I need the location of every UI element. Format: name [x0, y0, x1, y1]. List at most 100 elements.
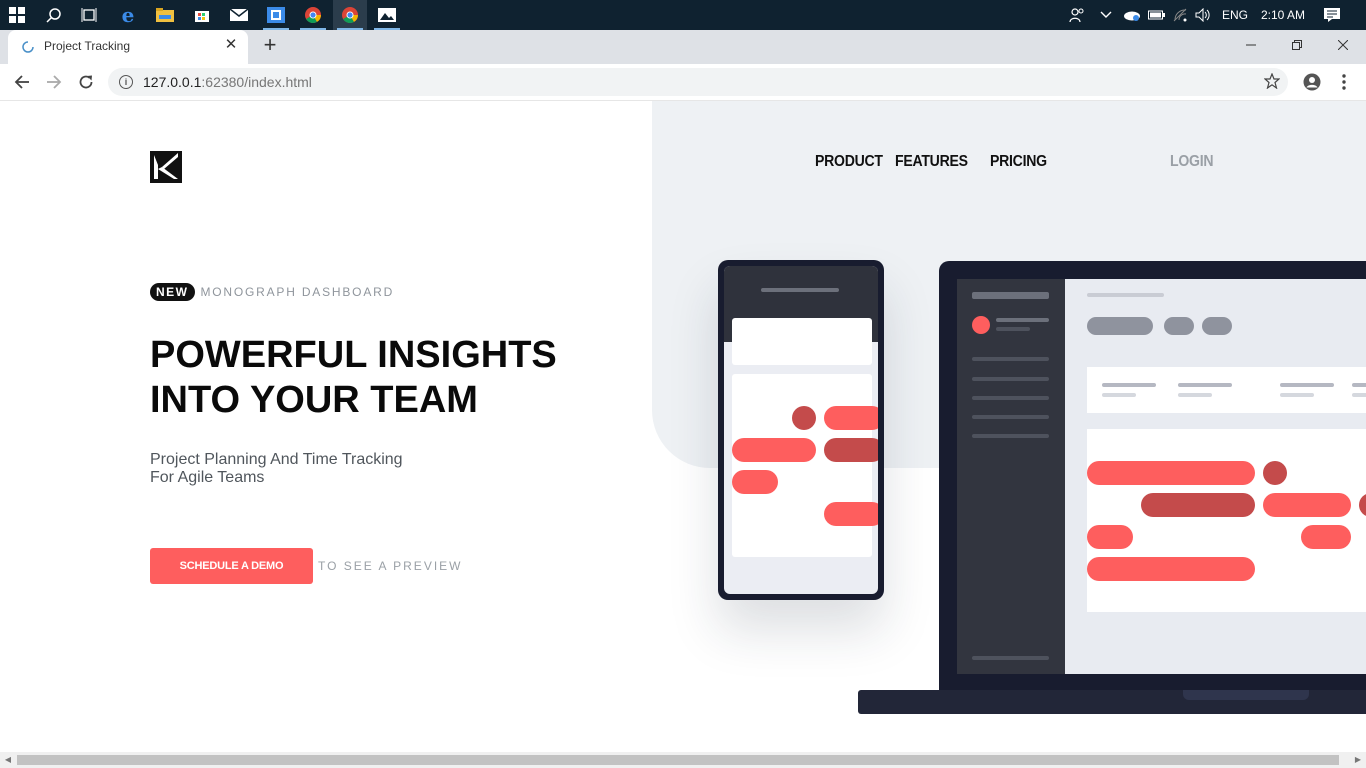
- nav-features[interactable]: FEATURES: [895, 153, 968, 171]
- mail-icon[interactable]: [222, 0, 256, 30]
- nav-product[interactable]: PRODUCT: [815, 153, 883, 171]
- announcement-badge: NEW MONOGRAPH DASHBOARD: [150, 283, 394, 301]
- browser-tab[interactable]: Project Tracking ✕: [8, 30, 248, 64]
- laptop-screen: [957, 279, 1366, 674]
- address-bar[interactable]: i 127.0.0.1:62380/index.html: [108, 68, 1288, 96]
- scroll-left-icon[interactable]: ◀: [0, 752, 16, 768]
- sidebar-title-line: [972, 292, 1049, 299]
- summary-line: [1102, 383, 1156, 387]
- sidebar-menu-line: [972, 396, 1049, 400]
- summary-line: [1352, 393, 1366, 397]
- chrome-icon[interactable]: [333, 0, 367, 30]
- sidebar-user-line: [996, 318, 1049, 322]
- cta-hint: TO SEE A PREVIEW: [318, 559, 463, 573]
- dashboard-timeline-card: [1087, 429, 1366, 612]
- back-icon[interactable]: [10, 70, 34, 94]
- hero-headline: POWERFUL INSIGHTS INTO YOUR TEAM: [150, 333, 630, 423]
- phone-avatar: [792, 406, 816, 430]
- laptop-mockup: [939, 261, 1366, 691]
- timeline-bar: [1087, 525, 1133, 549]
- chevron-up-icon[interactable]: [1100, 0, 1112, 30]
- timeline-avatar: [1263, 461, 1287, 485]
- profile-icon[interactable]: [1300, 70, 1324, 94]
- browser-toolbar: i 127.0.0.1:62380/index.html: [0, 64, 1366, 101]
- forward-icon[interactable]: [42, 70, 66, 94]
- restore-icon[interactable]: [1274, 30, 1320, 60]
- subhead-line-1: Project Planning And Time Tracking: [150, 451, 403, 468]
- sidebar-menu-line: [972, 377, 1049, 381]
- chrome-icon[interactable]: [296, 0, 330, 30]
- headline-line-1: POWERFUL INSIGHTS: [150, 334, 557, 376]
- sidebar-menu-line: [972, 357, 1049, 361]
- filter-pill: [1164, 317, 1194, 335]
- clock[interactable]: 2:10 AM: [1261, 0, 1305, 30]
- dashboard-title-line: [1087, 293, 1164, 297]
- phone-speaker: [761, 288, 839, 292]
- url-text: 127.0.0.1:62380/index.html: [143, 74, 312, 90]
- laptop-notch: [1183, 690, 1309, 700]
- hero-subhead: Project Planning And Time Tracking For A…: [150, 451, 470, 487]
- sidebar-avatar: [972, 316, 990, 334]
- app-icon[interactable]: [259, 0, 293, 30]
- edge-icon[interactable]: e: [111, 0, 145, 30]
- summary-line: [1280, 393, 1314, 397]
- new-badge: NEW: [150, 283, 195, 301]
- bookmark-star-icon[interactable]: [1263, 72, 1281, 94]
- summary-line: [1178, 383, 1232, 387]
- notifications-icon[interactable]: [1323, 0, 1341, 30]
- site-info-icon[interactable]: i: [119, 75, 133, 89]
- browser-tab-strip: Project Tracking ✕ +: [0, 30, 1366, 64]
- sidebar-menu-line: [972, 434, 1049, 438]
- timeline-bar: [1263, 493, 1351, 517]
- close-window-icon[interactable]: [1320, 30, 1366, 60]
- phone-timeline-bar: [824, 406, 878, 430]
- store-icon[interactable]: [185, 0, 219, 30]
- reload-icon[interactable]: [74, 70, 98, 94]
- phone-timeline-card: [732, 374, 872, 557]
- timeline-bar: [1141, 493, 1255, 517]
- battery-icon[interactable]: [1148, 0, 1166, 30]
- schedule-demo-button[interactable]: SCHEDULE A DEMO: [150, 548, 313, 584]
- search-icon[interactable]: [37, 0, 71, 30]
- phone-timeline-bar: [824, 438, 878, 462]
- new-tab-icon[interactable]: +: [258, 34, 282, 58]
- timeline-bar: [1087, 461, 1255, 485]
- close-tab-icon[interactable]: ✕: [222, 36, 240, 54]
- summary-line: [1280, 383, 1334, 387]
- phone-screen: [724, 266, 878, 594]
- phone-timeline-bar: [732, 438, 816, 462]
- start-icon[interactable]: [0, 0, 34, 30]
- timeline-bar: [1301, 525, 1351, 549]
- nav-login[interactable]: LOGIN: [1170, 153, 1214, 171]
- file-explorer-icon[interactable]: [148, 0, 182, 30]
- wifi-icon[interactable]: [1172, 0, 1188, 30]
- scroll-right-icon[interactable]: ▶: [1350, 752, 1366, 768]
- tab-title: Project Tracking: [44, 39, 131, 53]
- task-view-icon[interactable]: [72, 0, 106, 30]
- sidebar-footer-line: [972, 656, 1049, 660]
- dashboard-sidebar: [957, 279, 1065, 674]
- summary-line: [1178, 393, 1212, 397]
- badge-text: MONOGRAPH DASHBOARD: [200, 285, 395, 299]
- loading-icon: [22, 40, 34, 58]
- horizontal-scrollbar[interactable]: ◀ ▶: [0, 752, 1366, 768]
- brand-logo[interactable]: [150, 151, 182, 183]
- language-indicator[interactable]: ENG: [1222, 0, 1248, 30]
- photos-icon[interactable]: [370, 0, 404, 30]
- headline-line-2: INTO YOUR TEAM: [150, 379, 478, 421]
- phone-timeline-bar: [732, 470, 778, 494]
- onedrive-icon[interactable]: [1123, 0, 1141, 30]
- sidebar-menu-line: [972, 415, 1049, 419]
- subhead-line-2: For Agile Teams: [150, 469, 265, 486]
- nav-pricing[interactable]: PRICING: [990, 153, 1047, 171]
- timeline-bar: [1359, 493, 1366, 517]
- timeline-bar: [1087, 557, 1255, 581]
- people-icon[interactable]: [1069, 0, 1085, 30]
- dashboard-summary-card: [1087, 367, 1366, 413]
- scrollbar-thumb[interactable]: [17, 755, 1339, 765]
- menu-kebab-icon[interactable]: [1332, 70, 1356, 94]
- phone-timeline-bar: [824, 502, 878, 526]
- windows-taskbar: e ENG 2:10 AM: [0, 0, 1366, 30]
- volume-icon[interactable]: [1195, 0, 1211, 30]
- minimize-icon[interactable]: [1228, 30, 1274, 60]
